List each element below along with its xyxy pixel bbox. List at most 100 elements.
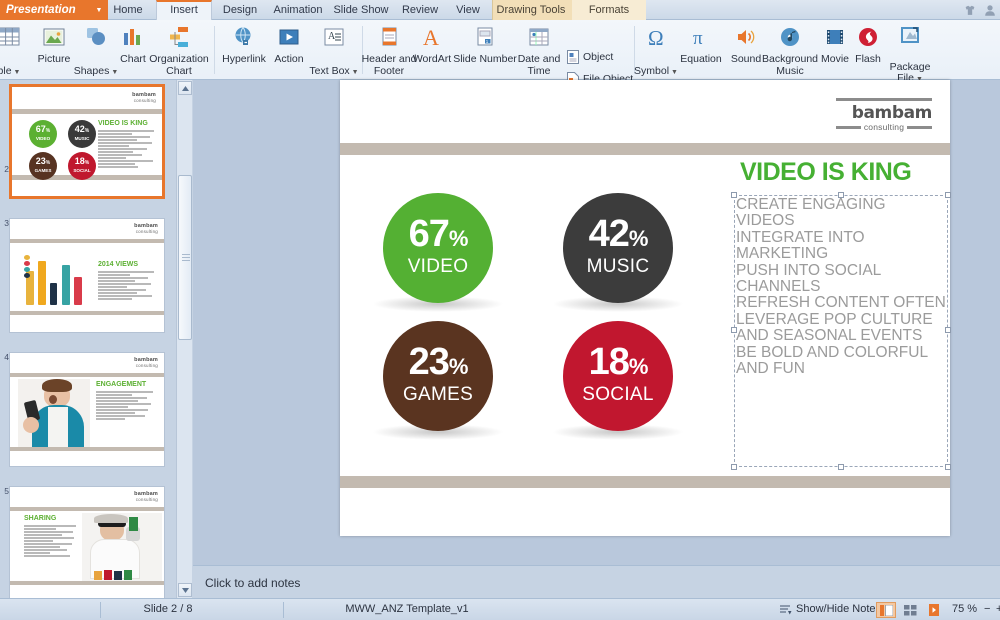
zoom-out-button[interactable]: −: [984, 603, 990, 615]
slide-thumbnail-5[interactable]: bambam consulting SHARING: [9, 486, 165, 598]
svg-text:Ω: Ω: [648, 26, 664, 50]
contextual-group-label: Drawing Tools: [496, 4, 566, 16]
slideshow-icon[interactable]: [924, 602, 944, 618]
insert-hyperlink-label: Hyperlink: [222, 53, 266, 65]
svg-text:π: π: [693, 28, 703, 49]
insert-action-label: Action: [274, 53, 304, 65]
tab-view[interactable]: View: [446, 0, 490, 20]
thumbnail-number-2: 2: [4, 164, 9, 174]
object-icon: [567, 50, 579, 64]
thumb-body-lines-3: [98, 271, 154, 301]
insert-action-button[interactable]: Action: [266, 22, 312, 78]
notes-pane[interactable]: Click to add notes: [193, 565, 1000, 598]
zoom-in-button[interactable]: +: [996, 603, 1000, 615]
scroll-down-arrow-icon[interactable]: [178, 583, 192, 597]
slide-title[interactable]: VIDEO IS KING: [740, 158, 945, 187]
tab-formats[interactable]: Formats: [572, 0, 646, 20]
stat-circle-social[interactable]: 18% SOCIAL: [563, 321, 673, 431]
user-account-icon[interactable]: [983, 3, 997, 18]
slide-thumbnail-panel[interactable]: 2 bambam consulting VIDEO IS KING 67% VID…: [0, 80, 195, 598]
wordart-icon: A: [419, 22, 445, 52]
resize-handle-ne[interactable]: [945, 192, 951, 198]
resize-handle-s[interactable]: [838, 464, 844, 470]
current-slide[interactable]: bambam consulting VIDEO IS KING CREATE E…: [340, 80, 951, 536]
stat-circle-video[interactable]: 67% VIDEO: [383, 193, 493, 303]
insert-package-file-button[interactable]: Package File▼: [884, 22, 936, 84]
text-box-selection-frame[interactable]: [731, 192, 951, 470]
skin-icon[interactable]: [963, 3, 977, 18]
slide-band-top: [340, 143, 950, 155]
thumb-title-5: SHARING: [24, 515, 57, 522]
show-hide-note-icon[interactable]: [780, 603, 792, 620]
insert-symbol-label: Symbol ▼: [634, 64, 678, 77]
insert-wordart-button[interactable]: A WordArt: [408, 22, 456, 78]
thumb-logo-4: bambam consulting: [134, 357, 158, 368]
stat-value-games: 23%: [408, 341, 469, 383]
slide-sorter-icon[interactable]: [900, 602, 920, 618]
insert-object-button[interactable]: Object: [566, 46, 628, 68]
slide-thumbnail-4[interactable]: bambam consulting ENGAGEMENT: [9, 352, 165, 467]
resize-handle-nw[interactable]: [731, 192, 737, 198]
thumb-photo-4: [18, 379, 90, 447]
tab-insert[interactable]: Insert: [156, 0, 212, 20]
tab-animation[interactable]: Animation: [268, 0, 328, 20]
text-box-icon: A: [321, 22, 347, 52]
insert-slide-number-button[interactable]: 1 Slide Number: [452, 22, 518, 78]
slide-thumbnail-3[interactable]: bambam consulting 2014 VIEWS: [9, 218, 165, 333]
notes-placeholder[interactable]: Click to add notes: [205, 576, 300, 590]
tab-review[interactable]: Review: [394, 0, 446, 20]
insert-date-time-button[interactable]: Date and Time: [514, 22, 564, 78]
insert-background-music-label: Background Music: [761, 53, 819, 77]
insert-hyperlink-button[interactable]: Hyperlink: [218, 22, 270, 78]
thumbnail-panel-scrollbar[interactable]: [176, 80, 192, 598]
stat-circle-music[interactable]: 42% MUSIC: [563, 193, 673, 303]
shapes-icon: [83, 22, 109, 52]
insert-date-time-label: Date and Time: [517, 53, 561, 77]
thumb-circle-video: 67% VIDEO: [29, 120, 57, 148]
thumb-logo-3: bambam consulting: [134, 223, 158, 234]
tab-design[interactable]: Design: [212, 0, 268, 20]
resize-handle-se[interactable]: [945, 464, 951, 470]
scroll-up-arrow-icon[interactable]: [178, 81, 192, 95]
ribbon-toolbar: ble ▼ Picture Shapes ▼ Chart Organizatio…: [0, 20, 1000, 86]
insert-organization-chart-button[interactable]: Organization Chart: [148, 22, 210, 78]
tab-slide-show[interactable]: Slide Show: [328, 0, 394, 20]
thumb-logo-5: bambam consulting: [134, 491, 158, 502]
tab-home[interactable]: Home: [100, 0, 156, 20]
insert-flash-label: Flash: [855, 53, 881, 65]
symbol-icon: Ω: [643, 22, 669, 52]
slide-thumbnail-2[interactable]: bambam consulting VIDEO IS KING 67% VIDEO…: [9, 84, 165, 199]
thumb-body-lines-5: [24, 525, 78, 558]
insert-table-button[interactable]: ble ▼: [0, 22, 32, 78]
resize-handle-n[interactable]: [838, 192, 844, 198]
normal-view-icon[interactable]: [876, 602, 896, 618]
show-hide-note-label[interactable]: Show/Hide Note: [796, 603, 876, 615]
insert-background-music-button[interactable]: Background Music: [762, 22, 818, 78]
thumbnail-number-4: 4: [4, 352, 9, 362]
slide-number-icon: 1: [472, 22, 498, 52]
insert-text-box-button[interactable]: A Text Box ▼: [308, 22, 360, 78]
stat-value-music: 42%: [588, 213, 649, 255]
insert-wordart-label: WordArt: [412, 53, 452, 65]
slide-editor-area: bambam consulting VIDEO IS KING CREATE E…: [193, 80, 1000, 565]
insert-slide-number-label: Slide Number: [453, 53, 517, 65]
insert-flash-button[interactable]: Flash: [848, 22, 888, 78]
resize-handle-e[interactable]: [945, 327, 951, 333]
header-footer-icon: [376, 22, 402, 52]
insert-chart-label: Chart: [120, 53, 146, 65]
insert-symbol-button[interactable]: Ω Symbol ▼: [632, 22, 680, 78]
zoom-level[interactable]: 75 %: [952, 603, 977, 615]
thumb-body-lines-2: [98, 130, 154, 169]
stat-circle-games[interactable]: 23% GAMES: [383, 321, 493, 431]
file-menu-button[interactable]: Presentation: [0, 0, 90, 20]
resize-handle-w[interactable]: [731, 327, 737, 333]
movie-icon: [822, 22, 848, 52]
insert-equation-button[interactable]: π Equation: [676, 22, 726, 78]
action-icon: [276, 22, 302, 52]
resize-handle-sw[interactable]: [731, 464, 737, 470]
scrollbar-thumb[interactable]: [178, 175, 192, 340]
background-music-icon: [777, 22, 803, 52]
stat-value-video: 67%: [408, 213, 469, 255]
table-icon: [0, 22, 22, 52]
thumb-body-lines-4: [96, 391, 154, 421]
